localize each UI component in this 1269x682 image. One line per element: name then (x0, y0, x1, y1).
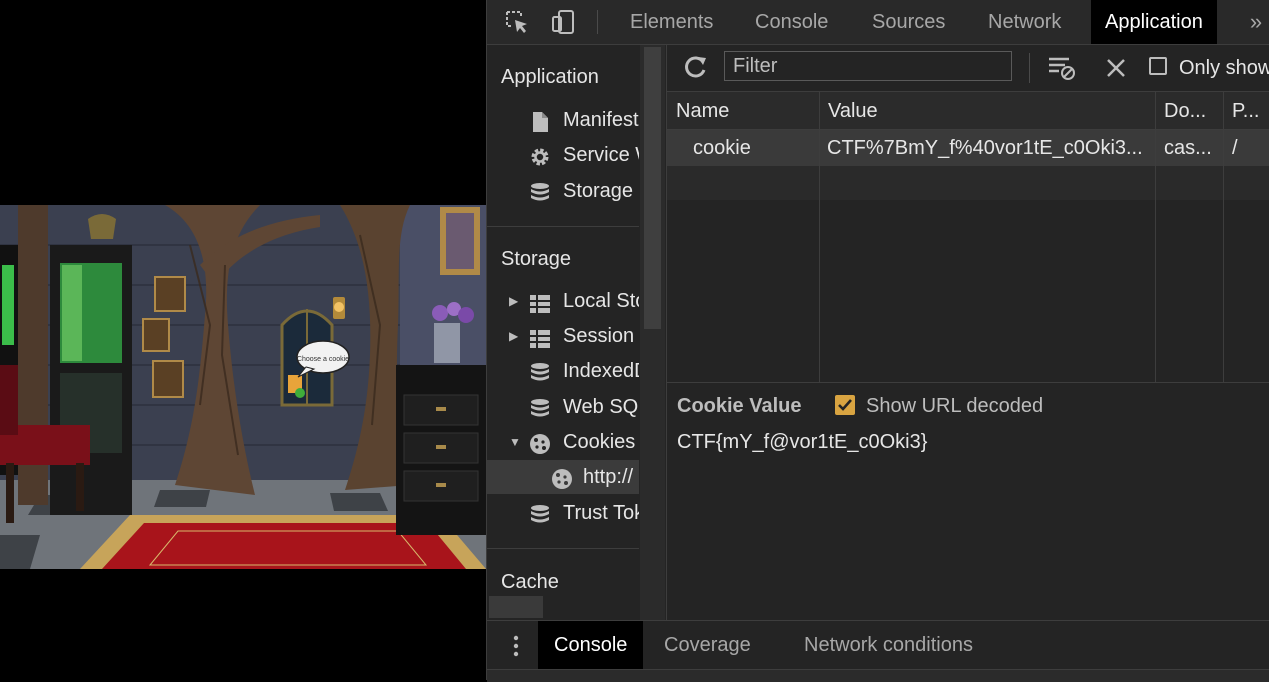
sidebar-item-label: Service Workers (563, 144, 639, 166)
sidebar-heading-storage: Storage (501, 248, 572, 270)
sidebar-divider (487, 226, 639, 227)
tab-console[interactable]: Console (741, 0, 842, 44)
database-icon (529, 503, 551, 523)
sidebar-item-label: Manifest (563, 109, 639, 131)
cookie-name-cell: cookie (693, 137, 751, 159)
gear-icon (529, 145, 551, 166)
speech-bubble-text: Choose a cookie (297, 356, 349, 363)
sidebar-item-label: Web SQL (563, 396, 639, 418)
cookie-value-title: Cookie Value (677, 395, 802, 417)
document-icon (529, 110, 551, 132)
grid-icon (529, 326, 551, 348)
tab-application[interactable]: Application (1091, 0, 1217, 44)
column-header-value[interactable]: Value (819, 92, 1155, 130)
only-show-issues-checkbox[interactable]: Only show (1149, 55, 1269, 81)
only-show-label: Only show (1179, 57, 1269, 79)
toolbar-separator (597, 10, 598, 34)
room-illustration[interactable]: Choose a cookie (0, 205, 486, 569)
tab-network[interactable]: Network (974, 0, 1075, 44)
tab-elements[interactable]: Elements (616, 0, 727, 44)
room-scene-image: Choose a cookie (0, 205, 486, 569)
sidebar-item-web-sql[interactable]: Web SQL (487, 390, 639, 424)
sidebar-item-local-storage[interactable]: ▶ Local Storage (487, 284, 639, 318)
sidebar-item-indexeddb[interactable]: IndexedDB (487, 354, 639, 388)
sidebar-item-manifest[interactable]: Manifest (487, 103, 639, 137)
database-icon (529, 181, 551, 201)
empty-table-row (667, 166, 1269, 200)
drawer-tab-console[interactable]: Console (538, 621, 644, 669)
sidebar-item-session-storage[interactable]: ▶ Session Storage (487, 319, 639, 353)
show-url-decoded-checkbox[interactable] (835, 395, 855, 415)
column-header-name[interactable]: Name (667, 92, 819, 130)
clear-filtered-cookies-icon[interactable] (1047, 54, 1077, 82)
cookie-value-cell: CTF%7BmY_f%40vor1tE_c0Oki3... (827, 137, 1143, 159)
sidebar-heading-cache: Cache (501, 571, 559, 593)
sidebar-item-cookie-origin[interactable]: http:// (487, 460, 639, 494)
table-row[interactable]: cookie CTF%7BmY_f%40vor1tE_c0Oki3... cas… (667, 130, 1269, 166)
console-toolbar (487, 669, 1269, 682)
cookie-path-cell: / (1232, 137, 1238, 159)
column-header-domain[interactable]: Do... (1155, 92, 1223, 130)
show-url-decoded-label[interactable]: Show URL decoded (866, 395, 1043, 418)
sidebar-item-storage-overview[interactable]: Storage (487, 174, 639, 208)
sidebar-item-label: Session Storage (563, 325, 639, 347)
clear-all-icon[interactable] (1103, 55, 1129, 81)
drawer-tab-network-conditions[interactable]: Network conditions (788, 621, 989, 669)
device-toggle-icon[interactable] (549, 8, 577, 36)
sidebar-item-label: Local Storage (563, 290, 639, 312)
sidebar-item-service-workers[interactable]: Service Workers (487, 138, 639, 172)
checkbox-unchecked-icon[interactable] (1149, 57, 1167, 75)
column-divider (1155, 92, 1156, 382)
console-drawer: Console Coverage Network conditions (487, 620, 1269, 682)
refresh-icon[interactable] (681, 54, 709, 82)
screen: Choose a cookie Elements Console Sources… (0, 0, 1269, 682)
inspect-element-icon[interactable] (503, 8, 531, 36)
cookie-value-text: CTF{mY_f@vor1tE_c0Oki3} (677, 431, 928, 453)
tab-sources[interactable]: Sources (858, 0, 959, 44)
sidebar-item-cookies[interactable]: ▼ Cookies (487, 425, 639, 459)
collapse-arrow-icon[interactable]: ▼ (509, 425, 521, 459)
checkmark-icon (838, 399, 852, 411)
sidebar-heading-application: Application (501, 66, 599, 88)
sidebar-item-label: http:// (583, 466, 634, 488)
column-divider (819, 92, 820, 382)
cookie-icon (529, 432, 551, 454)
application-sidebar: Application Manifest Service Workers Sto… (487, 45, 665, 620)
devtools-panel: Elements Console Sources Network Applica… (486, 0, 1269, 682)
sidebar-scrollbar-thumb[interactable] (644, 47, 661, 329)
more-tabs-button[interactable]: » (1242, 0, 1269, 44)
column-divider (1223, 92, 1224, 382)
column-header-path[interactable]: P... (1223, 92, 1269, 130)
grid-icon (529, 291, 551, 313)
more-options-icon[interactable] (511, 633, 521, 659)
sidebar-item-label: IndexedDB (563, 360, 639, 382)
devtools-toolbar: Elements Console Sources Network Applica… (487, 0, 1269, 45)
cookie-value-pane: Cookie Value Show URL decoded CTF{mY_f@v… (667, 383, 1269, 620)
database-icon (529, 361, 551, 381)
cookie-domain-cell: cas... (1164, 137, 1212, 159)
webpage-viewport: Choose a cookie (0, 0, 486, 680)
sidebar-item-label: Trust Tokens (563, 502, 639, 524)
filter-input[interactable] (724, 51, 1012, 81)
sidebar-item-label: Storage (563, 180, 634, 202)
database-icon (529, 397, 551, 417)
drawer-tab-coverage[interactable]: Coverage (648, 621, 767, 669)
sidebar-item-trust-tokens[interactable]: Trust Tokens (487, 496, 639, 530)
sidebar-scrollbar[interactable] (640, 45, 665, 620)
cookie-icon (551, 467, 573, 489)
toolbar-separator (1029, 53, 1030, 83)
cookies-table: Name Value Do... P... cookie CTF%7BmY_f%… (667, 92, 1269, 383)
expand-arrow-icon[interactable]: ▶ (509, 284, 518, 318)
sidebar-divider (487, 548, 639, 549)
sidebar-horizontal-scrollbar[interactable] (489, 596, 543, 618)
cookies-filter-toolbar: Only show (667, 45, 1269, 92)
sidebar-item-label: Cookies (563, 431, 636, 453)
expand-arrow-icon[interactable]: ▶ (509, 319, 518, 353)
cookies-main-panel: Only show Name Value Do... P... cookie C… (666, 45, 1269, 620)
